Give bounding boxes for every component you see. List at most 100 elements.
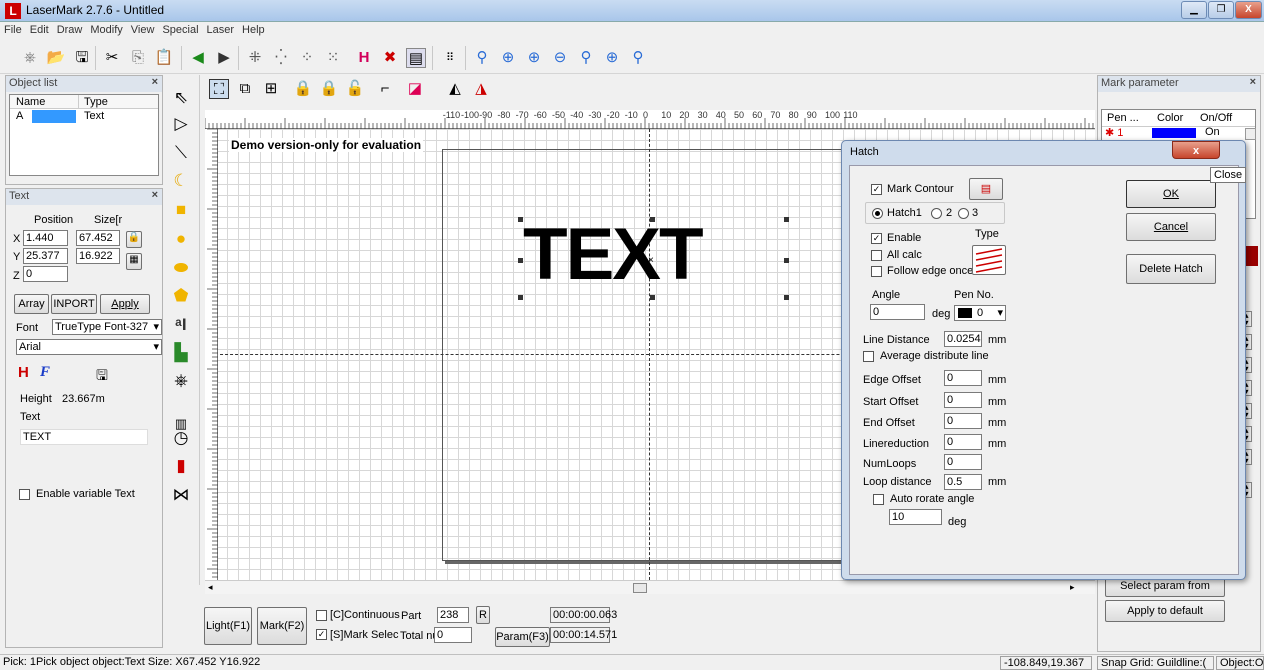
angle-input[interactable]: 0 <box>870 304 925 320</box>
start-offset-input[interactable]: 0 <box>944 392 982 408</box>
selection-handle[interactable] <box>650 295 655 300</box>
text-tool-icon[interactable]: ᵃI <box>168 312 194 338</box>
hatch1-radio[interactable] <box>872 208 883 219</box>
font-style-icon[interactable]: F <box>40 364 50 381</box>
menu-modify[interactable]: Modify <box>86 22 126 38</box>
mark-button[interactable]: Mark(F2) <box>257 607 307 645</box>
edge-offset-input[interactable]: 0 <box>944 370 982 386</box>
total-input[interactable]: 0 <box>434 627 472 643</box>
hatch2-radio[interactable] <box>931 208 942 219</box>
col-pen-header[interactable]: Pen ... <box>1107 112 1139 124</box>
mark-parameter-close-icon[interactable]: × <box>1250 76 1256 88</box>
y-position-input[interactable]: 25.377 <box>23 248 68 264</box>
hatch-close-button[interactable]: x <box>1172 141 1220 159</box>
scroll-left-icon[interactable]: ◂ <box>208 582 213 593</box>
font-name-select[interactable]: Arial ▾ <box>16 339 162 355</box>
menu-edit[interactable]: Edit <box>26 22 53 38</box>
new-file-icon[interactable]: ⎈ <box>20 48 40 68</box>
menu-view[interactable]: View <box>127 22 159 38</box>
selection-handle[interactable] <box>650 217 655 222</box>
copy-icon[interactable]: ⎘ <box>128 48 148 68</box>
hatch-icon[interactable]: H <box>354 48 374 68</box>
delete-hatch-button[interactable]: Delete Hatch <box>1126 254 1216 284</box>
x-position-input[interactable]: 1.440 <box>23 230 68 246</box>
object-row-name[interactable]: A <box>16 110 23 122</box>
end-offset-input[interactable]: 0 <box>944 413 982 429</box>
open-folder-icon[interactable]: 📂 <box>46 48 66 68</box>
line-distance-input[interactable]: 0.0254 <box>944 331 982 347</box>
z-position-input[interactable]: 0 <box>23 266 68 282</box>
selection-handle[interactable] <box>784 217 789 222</box>
polygon-tool-icon[interactable]: ⬟ <box>168 283 194 309</box>
close-window-button[interactable]: X <box>1235 1 1262 19</box>
col-onoff-header[interactable]: On/Off <box>1200 112 1232 124</box>
col-color-header[interactable]: Color <box>1157 112 1183 124</box>
part-input[interactable]: 238 <box>437 607 469 623</box>
redo-icon[interactable]: ▶ <box>214 48 234 68</box>
scroll-right-icon[interactable]: ▸ <box>1070 582 1075 593</box>
zoom-all-icon[interactable]: ⚲ <box>576 48 596 68</box>
delay-tool-icon[interactable]: ⋈ <box>168 482 194 508</box>
zoom-window-icon[interactable]: ⊕ <box>524 48 544 68</box>
node-edit-icon[interactable]: ⁜ <box>245 48 265 68</box>
circle-tool-icon[interactable]: ● <box>168 226 194 252</box>
undo-icon[interactable]: ◀ <box>188 48 208 68</box>
menu-draw[interactable]: Draw <box>53 22 87 38</box>
mirror-vertical-icon[interactable]: ◮ <box>471 79 491 99</box>
zoom-icon[interactable]: ⚲ <box>472 48 492 68</box>
io-signal-icon[interactable]: ▮ <box>168 453 194 479</box>
selection-handle[interactable] <box>518 258 523 263</box>
pen-no-select[interactable]: 0 ▾ <box>954 305 1006 321</box>
linereduction-input[interactable]: 0 <box>944 434 982 450</box>
zoom-out-icon[interactable]: ⊖ <box>550 48 570 68</box>
menu-special[interactable]: Special <box>158 22 202 38</box>
hatch-type-button[interactable] <box>972 245 1006 275</box>
text-hatch-icon[interactable]: H <box>18 364 29 381</box>
selection-handle[interactable] <box>784 295 789 300</box>
text-content-input[interactable]: TEXT <box>20 429 148 445</box>
node-move-icon[interactable]: ⁘ <box>297 48 317 68</box>
lock-ratio-icon[interactable]: 🔒 <box>126 231 142 248</box>
unlock-all-icon[interactable]: 🔓 <box>345 79 365 99</box>
col-name-header[interactable]: Name <box>16 96 45 108</box>
save-icon[interactable]: 🖫 <box>72 48 92 68</box>
continuous-checkbox[interactable] <box>316 610 327 621</box>
selection-handle[interactable] <box>518 217 523 222</box>
group-icon[interactable]: ⧉ <box>235 79 255 99</box>
ellipse-tool-icon[interactable]: ⬬ <box>168 255 194 281</box>
apply-button[interactable]: Apply <box>100 294 150 314</box>
menu-help[interactable]: Help <box>238 22 269 38</box>
anchor-grid-icon[interactable]: ▦ <box>126 253 142 270</box>
enable-checkbox[interactable]: ✓ <box>871 233 882 244</box>
scroll-thumb[interactable] <box>633 583 647 593</box>
mark-select-checkbox[interactable]: ✓ <box>316 629 327 640</box>
node-pointer-icon[interactable]: ▷ <box>168 111 194 137</box>
pen-row-first[interactable]: ✱ 1 <box>1105 126 1123 139</box>
follow-edge-checkbox[interactable] <box>871 266 882 277</box>
rectangle-tool-icon[interactable]: ■ <box>168 197 194 223</box>
node-select-icon[interactable]: ⁙ <box>323 48 343 68</box>
text-panel-close-icon[interactable]: × <box>152 189 158 201</box>
menu-file[interactable]: File <box>0 22 26 38</box>
inport-button[interactable]: INPORT <box>51 294 97 314</box>
curve-tool-icon[interactable]: ☾ <box>168 168 194 194</box>
zoom-in-icon[interactable]: ⊕ <box>498 48 518 68</box>
font-type-select[interactable]: TrueType Font-327 ▾ <box>52 319 162 335</box>
properties-icon[interactable]: ▤ <box>406 48 426 68</box>
light-button[interactable]: Light(F1) <box>204 607 252 645</box>
save-text-icon[interactable]: 🖫 <box>96 365 108 389</box>
numloops-input[interactable]: 0 <box>944 454 982 470</box>
text-object[interactable]: TEXT <box>523 215 704 295</box>
apply-default-button[interactable]: Apply to default <box>1105 600 1225 622</box>
pen-list-scroll[interactable] <box>1245 128 1256 140</box>
y-size-input[interactable]: 16.922 <box>76 248 120 264</box>
col-type-header[interactable]: Type <box>84 96 108 108</box>
param-button[interactable]: Param(F3) <box>495 627 550 647</box>
select-pointer-icon[interactable]: ⇖ <box>168 85 194 111</box>
mirror-horizontal-icon[interactable]: ◭ <box>445 79 465 99</box>
reset-part-button[interactable]: R <box>476 606 490 624</box>
zoom-selected-icon[interactable]: ⊕ <box>602 48 622 68</box>
grid-icon[interactable]: ⠿ <box>440 48 460 68</box>
timer-tool-icon[interactable]: ◷ <box>168 425 194 451</box>
tools-icon[interactable]: ✖ <box>380 48 400 68</box>
